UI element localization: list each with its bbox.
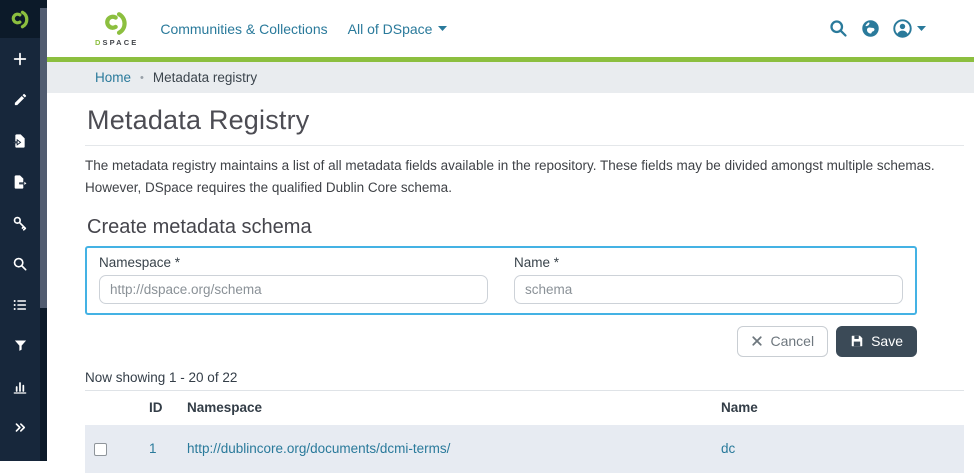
sidebar-dspace-logo[interactable] xyxy=(0,0,40,38)
namespace-input[interactable] xyxy=(99,275,488,304)
page-title: Metadata Registry xyxy=(87,105,964,136)
user-menu-button[interactable] xyxy=(892,18,926,39)
sidebar-item-statistics[interactable] xyxy=(0,366,40,407)
language-button[interactable] xyxy=(860,18,881,39)
key-icon xyxy=(12,215,28,231)
schema-name-link[interactable]: dc xyxy=(721,441,735,456)
schema-id-link[interactable]: 1 xyxy=(149,441,157,456)
header-actions xyxy=(828,18,926,39)
main-content: Metadata Registry The metadata registry … xyxy=(47,93,974,473)
name-input[interactable] xyxy=(514,275,903,304)
sidebar-scrollbar-thumb[interactable] xyxy=(40,8,47,308)
search-icon xyxy=(12,256,28,272)
sidebar-menu xyxy=(0,38,40,448)
schema-namespace-link[interactable]: http://dublincore.org/documents/dcmi-ter… xyxy=(187,441,450,456)
namespace-label: Namespace * xyxy=(99,255,488,270)
page-description: The metadata registry maintains a list o… xyxy=(85,155,964,200)
breadcrumb: Home • Metadata registry xyxy=(47,62,974,93)
name-label: Name * xyxy=(514,255,903,270)
admin-sidebar xyxy=(0,0,47,461)
sidebar-item-import[interactable] xyxy=(0,120,40,161)
caret-down-icon xyxy=(438,26,447,31)
pencil-icon xyxy=(13,92,28,107)
x-icon xyxy=(751,335,763,347)
sidebar-item-new[interactable] xyxy=(0,38,40,79)
user-icon xyxy=(892,18,913,39)
sidebar-scrollbar-track xyxy=(40,0,47,461)
dspace-app: DSPACE Communities & Collections All of … xyxy=(0,0,974,467)
sidebar-item-access-control[interactable] xyxy=(0,202,40,243)
create-schema-heading: Create metadata schema xyxy=(87,216,964,239)
dspace-logo-icon xyxy=(10,9,31,30)
caret-down-icon xyxy=(917,26,926,31)
form-actions: Cancel Save xyxy=(85,326,917,357)
sidebar-item-export[interactable] xyxy=(0,161,40,202)
namespace-column-header: Namespace xyxy=(179,391,713,425)
table-header-row: ID Namespace Name xyxy=(85,391,964,425)
sidebar-item-admin-search[interactable] xyxy=(0,243,40,284)
name-column-header: Name xyxy=(713,391,964,425)
top-header: DSPACE Communities & Collections All of … xyxy=(47,0,974,57)
nav-all-of-dspace[interactable]: All of DSpace xyxy=(348,21,448,37)
globe-icon xyxy=(860,18,881,39)
breadcrumb-current: Metadata registry xyxy=(153,70,257,85)
save-button[interactable]: Save xyxy=(836,326,917,357)
cancel-button[interactable]: Cancel xyxy=(737,326,828,357)
dspace-logo-icon xyxy=(103,10,130,37)
breadcrumb-home-link[interactable]: Home xyxy=(95,70,131,85)
namespace-field-group: Namespace * xyxy=(99,255,488,304)
file-import-icon xyxy=(12,133,28,149)
filter-icon xyxy=(13,338,28,353)
sidebar-item-registries[interactable] xyxy=(0,284,40,325)
bar-chart-icon xyxy=(12,379,28,395)
row-select-checkbox[interactable] xyxy=(94,443,107,456)
id-column-header: ID xyxy=(141,391,179,425)
search-icon xyxy=(828,18,849,39)
title-divider xyxy=(85,145,964,146)
search-button[interactable] xyxy=(828,18,849,39)
select-column-header xyxy=(85,391,141,425)
dspace-brand-logo[interactable]: DSPACE xyxy=(95,10,138,47)
main-nav: Communities & Collections All of DSpace xyxy=(160,21,447,37)
results-count: Now showing 1 - 20 of 22 xyxy=(85,370,964,385)
create-schema-form: Namespace * Name * xyxy=(85,246,917,315)
list-icon xyxy=(12,297,28,313)
breadcrumb-separator: • xyxy=(140,72,144,84)
metadata-schema-table: ID Namespace Name 1 http://dublincore.or… xyxy=(85,391,964,473)
nav-communities-collections[interactable]: Communities & Collections xyxy=(160,21,327,37)
table-row: 1 http://dublincore.org/documents/dcmi-t… xyxy=(85,425,964,473)
name-field-group: Name * xyxy=(514,255,903,304)
plus-icon xyxy=(12,51,28,67)
brand-wordmark: DSPACE xyxy=(95,38,138,47)
double-chevron-right-icon xyxy=(13,420,28,435)
sidebar-item-edit[interactable] xyxy=(0,79,40,120)
save-icon xyxy=(850,334,864,348)
file-export-icon xyxy=(12,174,28,190)
sidebar-expand[interactable] xyxy=(0,407,40,448)
sidebar-item-curation[interactable] xyxy=(0,325,40,366)
